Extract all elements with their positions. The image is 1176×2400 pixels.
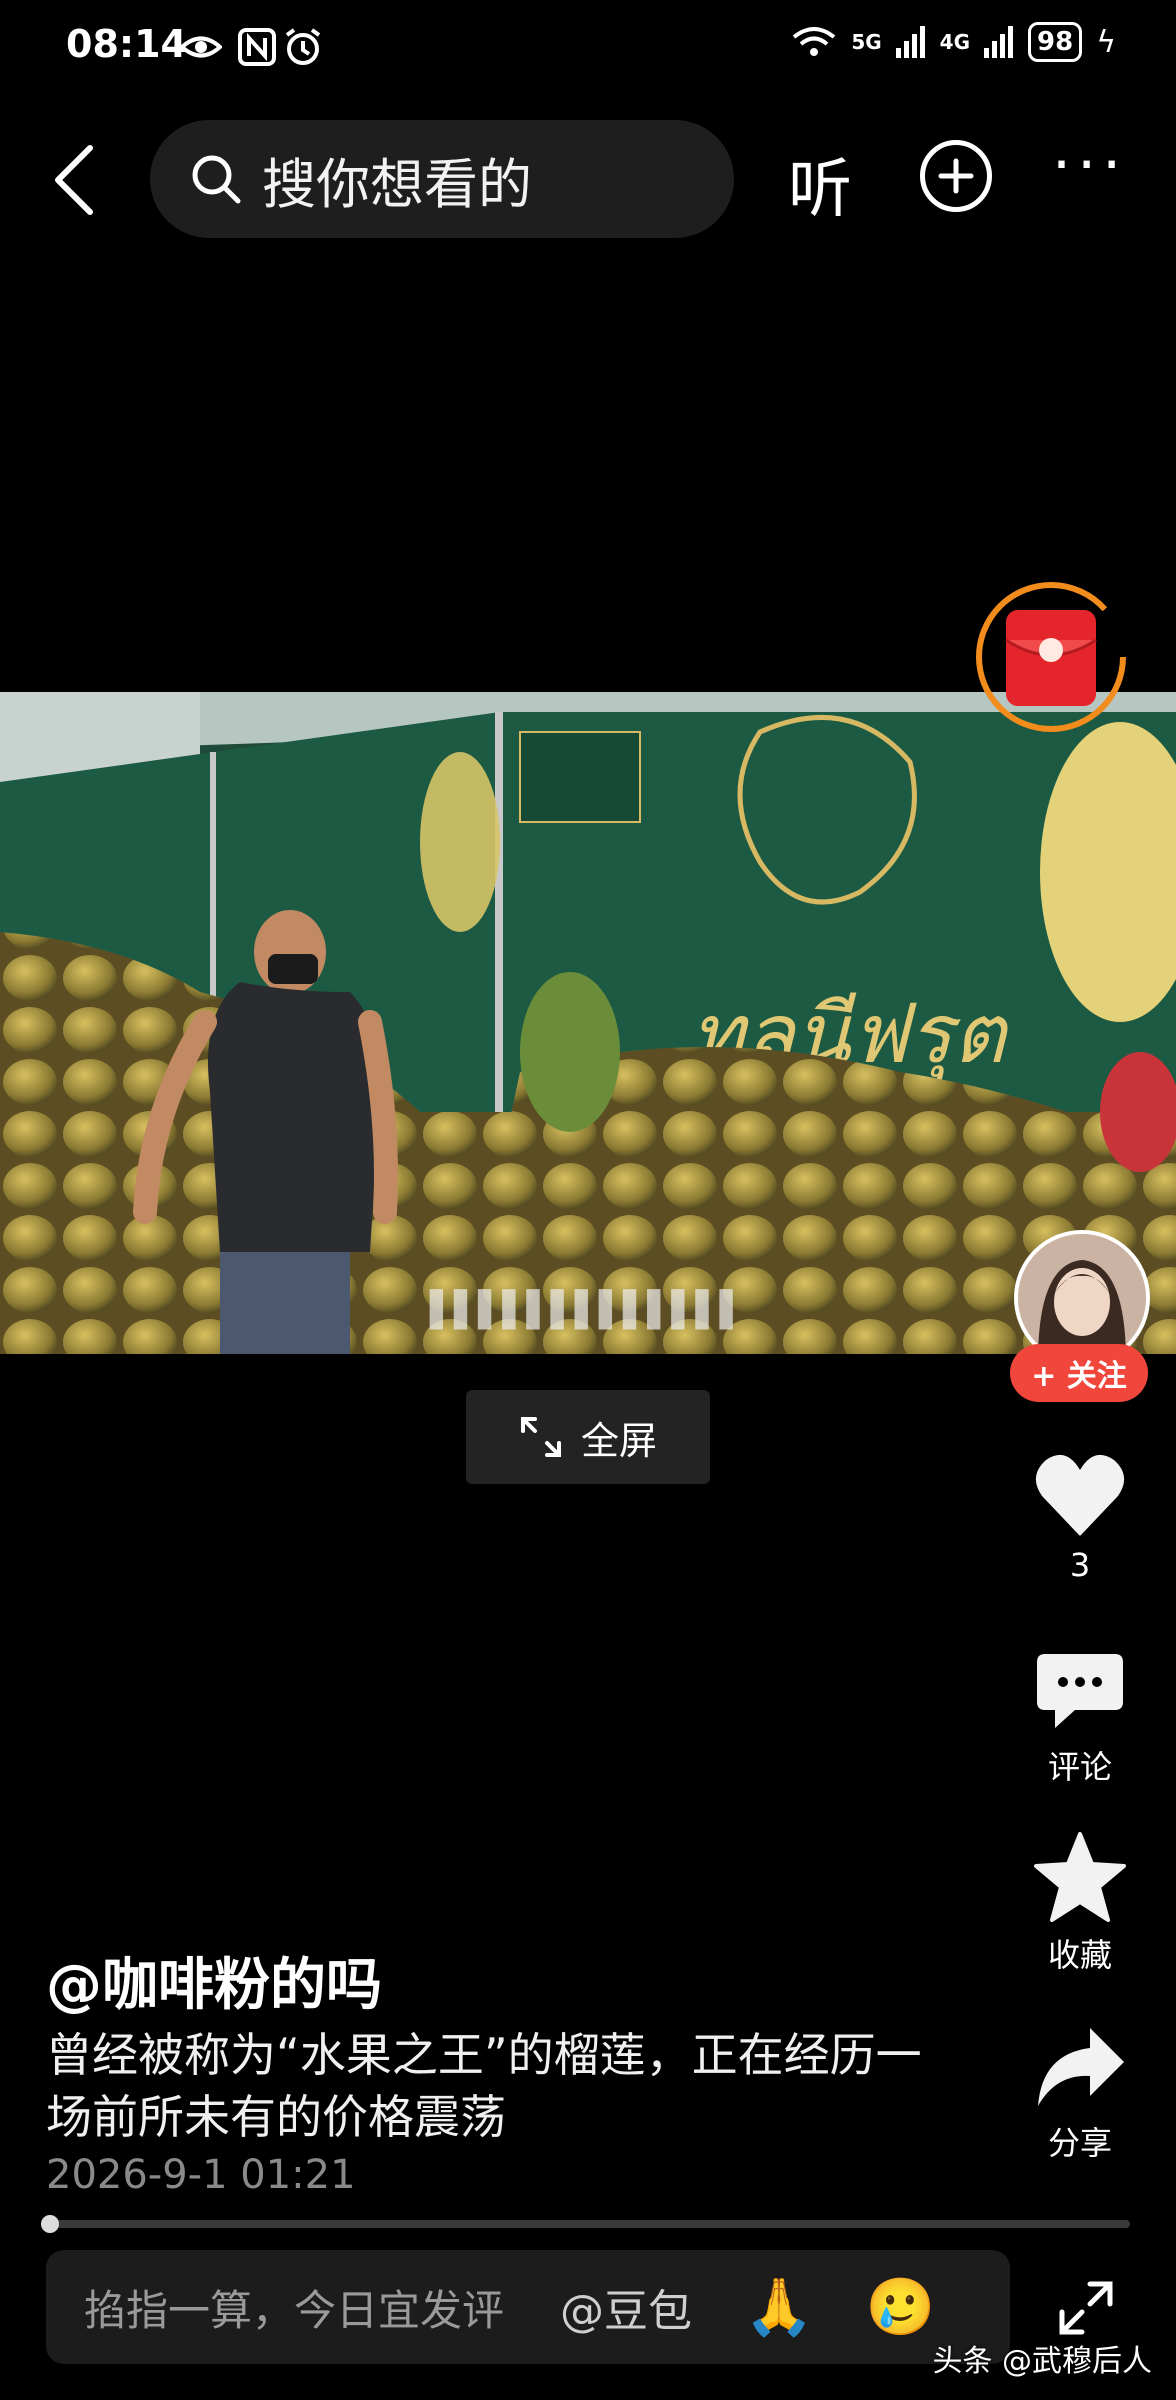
like-count: 3 [1069, 1546, 1091, 1584]
battery-indicator: 98 [1028, 22, 1083, 62]
comment-input[interactable]: 掐指一算，今日宜发评 @豆包 🙏 🥲 [46, 2250, 1010, 2364]
red-envelope-icon [976, 582, 1126, 732]
search-bar[interactable]: 搜你想看的 [150, 120, 734, 238]
more-button[interactable]: ··· [1052, 135, 1127, 195]
favorite-label: 收藏 [1047, 1936, 1112, 1974]
star-icon [1034, 1832, 1126, 1922]
search-placeholder: 搜你想看的 [262, 152, 532, 216]
share-button[interactable]: 分享 [1030, 2024, 1130, 2164]
comment-label: 评论 [1047, 1748, 1112, 1786]
eye-icon [180, 36, 222, 58]
signal-bars-icon-2 [984, 26, 1014, 58]
wifi-icon [793, 27, 836, 56]
comment-placeholder: 掐指一算，今日宜发评 [84, 2285, 505, 2335]
search-icon [192, 155, 241, 204]
status-time: 08:14 [66, 22, 187, 66]
video-player[interactable]: ทุลนีฟรุต CHALINEE FRUIT ▌▌▌▌▌▌▌▌▌▌▌▌▌ [0, 692, 1176, 1354]
nfc-icon [238, 28, 276, 66]
plus-icon [938, 158, 974, 194]
signal-bars-icon [895, 26, 925, 58]
favorite-button[interactable]: 收藏 [1030, 1832, 1130, 1976]
signal-5g-label: 5G [851, 30, 882, 54]
add-button[interactable] [920, 140, 992, 212]
author-name[interactable]: @咖啡粉的吗 [46, 1940, 382, 2021]
pray-emoji-button[interactable]: 🙏 [744, 2274, 814, 2340]
expand-icon[interactable] [1056, 2278, 1116, 2338]
share-label: 分享 [1047, 2124, 1112, 2162]
heart-icon [1035, 1454, 1125, 1536]
video-frame: ทุลนีฟรุต CHALINEE FRUIT [0, 692, 1176, 1354]
mention-button[interactable]: @豆包 [560, 2275, 692, 2339]
emoji-button[interactable]: 🥲 [866, 2274, 936, 2340]
video-progress-bar[interactable] [41, 2215, 1130, 2233]
comment-button[interactable]: 评论 [1030, 1650, 1130, 1788]
charging-icon: ϟ [1096, 24, 1116, 60]
alarm-icon [285, 28, 321, 65]
comment-bubble-icon [1037, 1654, 1123, 1728]
post-description: 曾经被称为“水果之王”的榴莲，正在经历一场前所未有的价格震荡 [46, 2028, 922, 2144]
post-date: 2026-9-1 01:21 [46, 2152, 356, 2198]
back-button[interactable] [46, 140, 106, 220]
like-button[interactable]: 3 [1030, 1452, 1130, 1584]
listen-button[interactable]: 听 [788, 138, 852, 230]
video-subtitle: ▌▌▌▌▌▌▌▌▌▌▌▌▌ [430, 1290, 746, 1330]
progress-knob[interactable] [41, 2215, 60, 2233]
avatar-image [1018, 1234, 1146, 1362]
expand-arrows-icon [520, 1417, 561, 1457]
follow-button[interactable]: + 关注 [1010, 1344, 1148, 1402]
fullscreen-label: 全屏 [580, 1418, 657, 1463]
fullscreen-button[interactable]: 全屏 [466, 1390, 710, 1484]
share-arrow-icon [1038, 2028, 1124, 2106]
signal-4g-label: 4G [939, 30, 971, 54]
red-packet-button[interactable] [972, 578, 1130, 736]
watermark: 头条 @武穆后人 [932, 2344, 1152, 2379]
status-right-group: 5G 4G 98 ϟ [791, 22, 1116, 62]
